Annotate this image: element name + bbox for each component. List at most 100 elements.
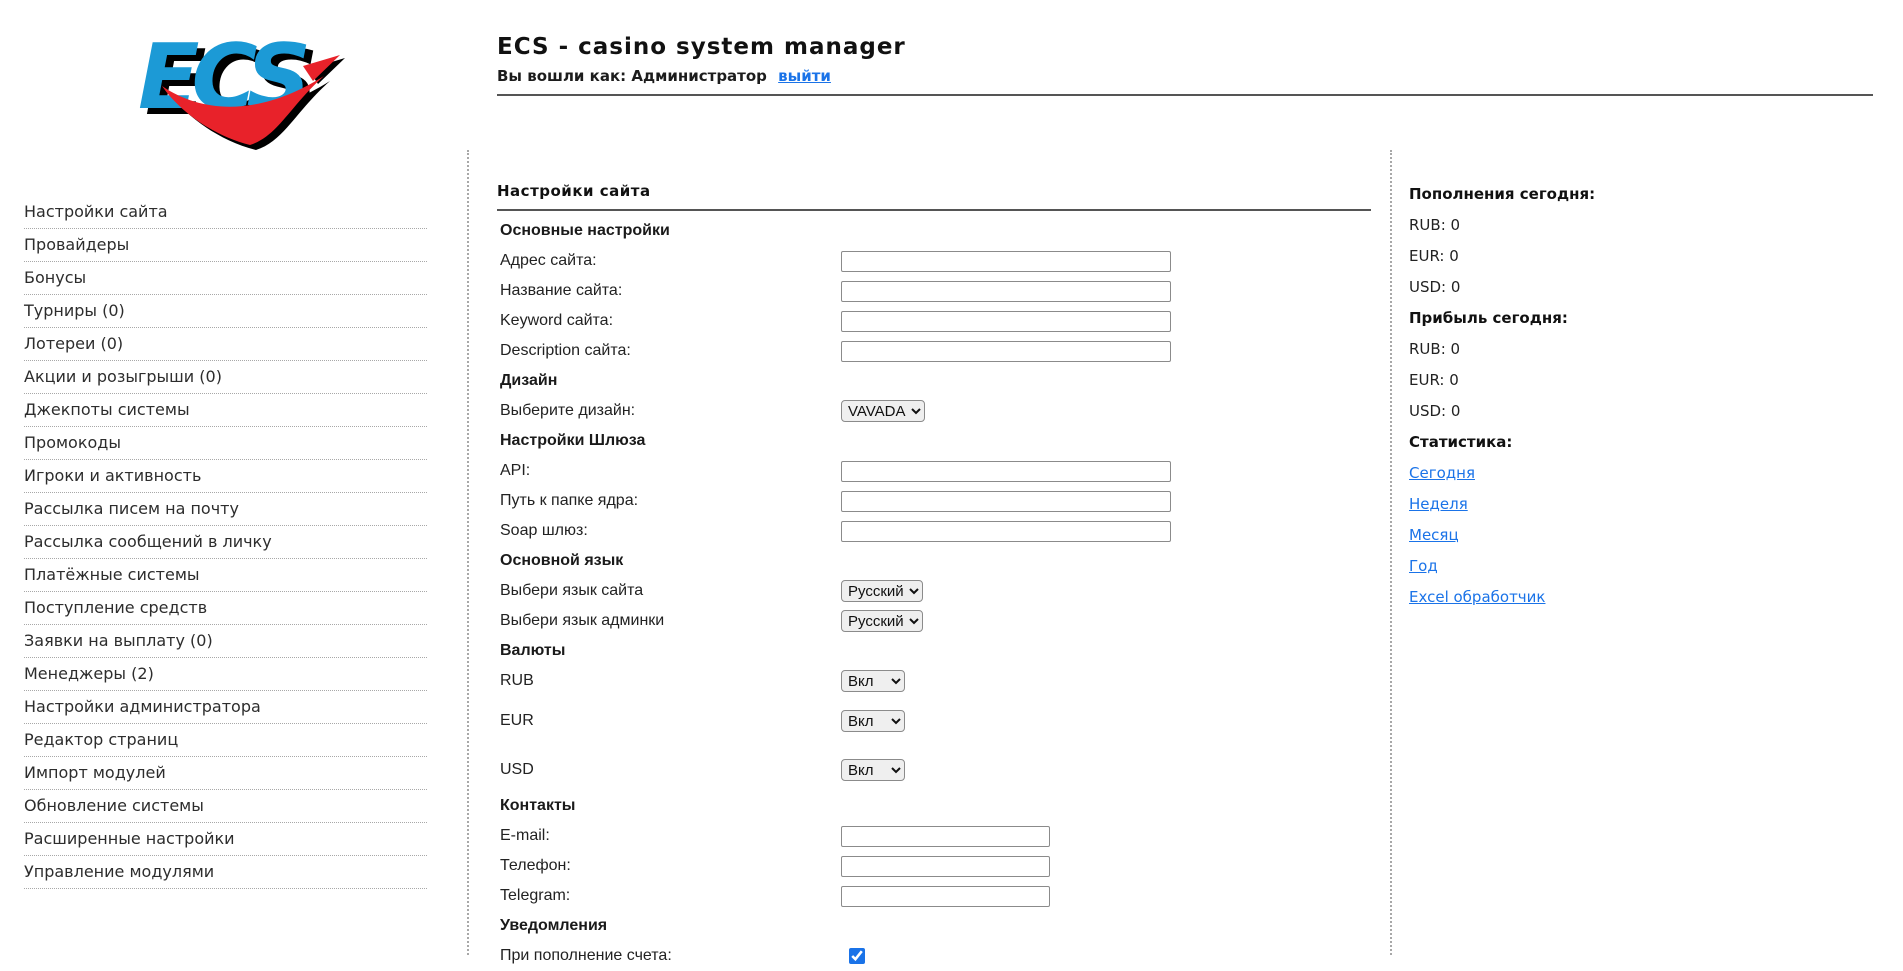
- main-stats-divider: [1390, 150, 1392, 955]
- email-label: E-mail:: [500, 827, 550, 844]
- stats-today-link[interactable]: Сегодня: [1409, 464, 1475, 482]
- sidebar-menu-item-label: Менеджеры (2): [24, 664, 154, 683]
- section-currencies: Валюты: [497, 636, 1371, 666]
- field-row-design-choice: Выберите дизайн: VAVADA: [497, 396, 1371, 426]
- field-row-site-keyword: Keyword сайта:: [497, 306, 1371, 336]
- phone-label: Телефон:: [500, 857, 571, 874]
- header: ECS - casino system manager Вы вошли как…: [497, 34, 1877, 96]
- notify-on-deposit-label: При пополнение счета:: [500, 947, 672, 964]
- sidebar-menu-item-label: Рассылка писем на почту: [24, 499, 239, 518]
- email-control: [841, 825, 1050, 847]
- stat-row-stats-week-link: Неделя: [1409, 489, 1869, 520]
- sidebar-menu-item[interactable]: Бонусы: [24, 262, 427, 295]
- stats-year-link[interactable]: Год: [1409, 557, 1438, 575]
- soap-gateway-input[interactable]: [841, 520, 1171, 542]
- sidebar-menu-item[interactable]: Лотереи (0): [24, 328, 427, 361]
- sidebar-menu-item[interactable]: Настройки администратора: [24, 691, 427, 724]
- panel-title: Настройки сайта: [497, 182, 651, 200]
- api-input[interactable]: [841, 460, 1171, 482]
- panel-title-divider: [497, 209, 1371, 211]
- stat-row-stats-today-link: Сегодня: [1409, 458, 1869, 489]
- field-row-api: API:: [497, 456, 1371, 486]
- sidebar-main-divider: [467, 150, 469, 955]
- sidebar-menu-item[interactable]: Платёжные системы: [24, 559, 427, 592]
- sidebar-menu-item[interactable]: Настройки сайта: [24, 196, 427, 229]
- site-address-label: Адрес сайта:: [500, 252, 597, 269]
- currency-eur-select[interactable]: Вкл: [841, 710, 905, 732]
- profit-usd: USD: 0: [1409, 402, 1461, 420]
- notify-on-deposit-control: [841, 945, 868, 967]
- section-notifications: Уведомления: [497, 911, 1371, 941]
- sidebar-menu-item[interactable]: Игроки и активность: [24, 460, 427, 493]
- admin-language-select[interactable]: Русский: [841, 610, 923, 632]
- field-row-site-language: Выбери язык сайта Русский: [497, 576, 1371, 606]
- site-settings-form: Основные настройки Адрес сайта: Название с…: [497, 216, 1371, 971]
- email-input[interactable]: [841, 825, 1050, 847]
- design-choice-select[interactable]: VAVADA: [841, 400, 925, 422]
- section-contacts: Контакты: [497, 791, 1371, 821]
- stats-week-link[interactable]: Неделя: [1409, 495, 1468, 513]
- site-address-input[interactable]: [841, 250, 1171, 272]
- site-settings-panel: Настройки сайта Основные настройки Адрес …: [497, 182, 1371, 971]
- field-row-site-name: Название сайта:: [497, 276, 1371, 306]
- statistics-header: Статистика:: [1409, 433, 1513, 451]
- field-row-telegram: Telegram:: [497, 881, 1371, 911]
- field-row-soap-gateway: Soap шлюз:: [497, 516, 1371, 546]
- login-status-line: Вы вошли как: Администратор выйти: [497, 67, 1877, 85]
- app-title: ECS - casino system manager: [497, 34, 906, 60]
- admin-language-label: Выбери язык админки: [500, 612, 665, 629]
- site-language-select[interactable]: Русский: [841, 580, 923, 602]
- section-design: Дизайн: [497, 366, 1371, 396]
- phone-input[interactable]: [841, 855, 1050, 877]
- sidebar-menu-item[interactable]: Заявки на выплату (0): [24, 625, 427, 658]
- sidebar-menu-item[interactable]: Поступление средств: [24, 592, 427, 625]
- site-name-label: Название сайта:: [500, 282, 623, 299]
- sidebar-menu-item-label: Лотереи (0): [24, 334, 124, 353]
- sidebar-menu-item-label: Импорт модулей: [24, 763, 166, 782]
- site-address-control: [841, 250, 1171, 272]
- sidebar-menu-item[interactable]: Провайдеры: [24, 229, 427, 262]
- logout-link[interactable]: выйти: [778, 67, 831, 85]
- site-description-label: Description сайта:: [500, 342, 631, 359]
- stats-month-link[interactable]: Месяц: [1409, 526, 1459, 544]
- sidebar-menu-item[interactable]: Турниры (0): [24, 295, 427, 328]
- currency-eur-label: EUR: [500, 712, 534, 729]
- telegram-control: [841, 885, 1050, 907]
- stat-row-deposits-rub: RUB: 0: [1409, 210, 1869, 241]
- stats-excel-link[interactable]: Excel обработчик: [1409, 588, 1545, 606]
- sidebar-menu-item[interactable]: Промокоды: [24, 427, 427, 460]
- sidebar-menu-item[interactable]: Менеджеры (2): [24, 658, 427, 691]
- api-label: API:: [500, 462, 531, 479]
- sidebar-menu-item-label: Провайдеры: [24, 235, 130, 254]
- sidebar-menu-item[interactable]: Управление модулями: [24, 856, 427, 889]
- sidebar-menu-item[interactable]: Джекпоты системы: [24, 394, 427, 427]
- sidebar-menu-item-label: Турниры (0): [24, 301, 125, 320]
- currency-usd-select[interactable]: Вкл: [841, 759, 905, 781]
- profit-rub: RUB: 0: [1409, 340, 1461, 358]
- telegram-input[interactable]: [841, 885, 1050, 907]
- sidebar-menu-item[interactable]: Обновление системы: [24, 790, 427, 823]
- currency-rub-select[interactable]: Вкл: [841, 670, 905, 692]
- site-keyword-input[interactable]: [841, 310, 1171, 332]
- profit-eur: EUR: 0: [1409, 371, 1459, 389]
- sidebar-menu-item-label: Настройки сайта: [24, 202, 168, 221]
- core-folder-path-input[interactable]: [841, 490, 1171, 512]
- notifications-label: Уведомления: [500, 917, 608, 934]
- sidebar-menu-item-label: Управление модулями: [24, 862, 215, 881]
- section-basic-settings: Основные настройки: [497, 216, 1371, 246]
- field-row-admin-language: Выбери язык админки Русский: [497, 606, 1371, 636]
- sidebar-menu-item[interactable]: Рассылка сообщений в личку: [24, 526, 427, 559]
- sidebar-menu-item[interactable]: Акции и розыгрыши (0): [24, 361, 427, 394]
- sidebar-menu-item[interactable]: Расширенные настройки: [24, 823, 427, 856]
- design-label: Дизайн: [500, 372, 558, 389]
- sidebar-menu-item-label: Бонусы: [24, 268, 87, 287]
- sidebar-menu-item[interactable]: Рассылка писем на почту: [24, 493, 427, 526]
- sidebar-menu-item[interactable]: Редактор страниц: [24, 724, 427, 757]
- notify-on-deposit-checkbox[interactable]: [849, 948, 865, 964]
- sidebar-menu-item[interactable]: Импорт модулей: [24, 757, 427, 790]
- sidebar-menu-item-label: Промокоды: [24, 433, 121, 452]
- site-name-input[interactable]: [841, 280, 1171, 302]
- field-row-currency-eur: EUR Вкл: [497, 706, 1371, 736]
- currency-rub-label: RUB: [500, 672, 534, 689]
- site-description-input[interactable]: [841, 340, 1171, 362]
